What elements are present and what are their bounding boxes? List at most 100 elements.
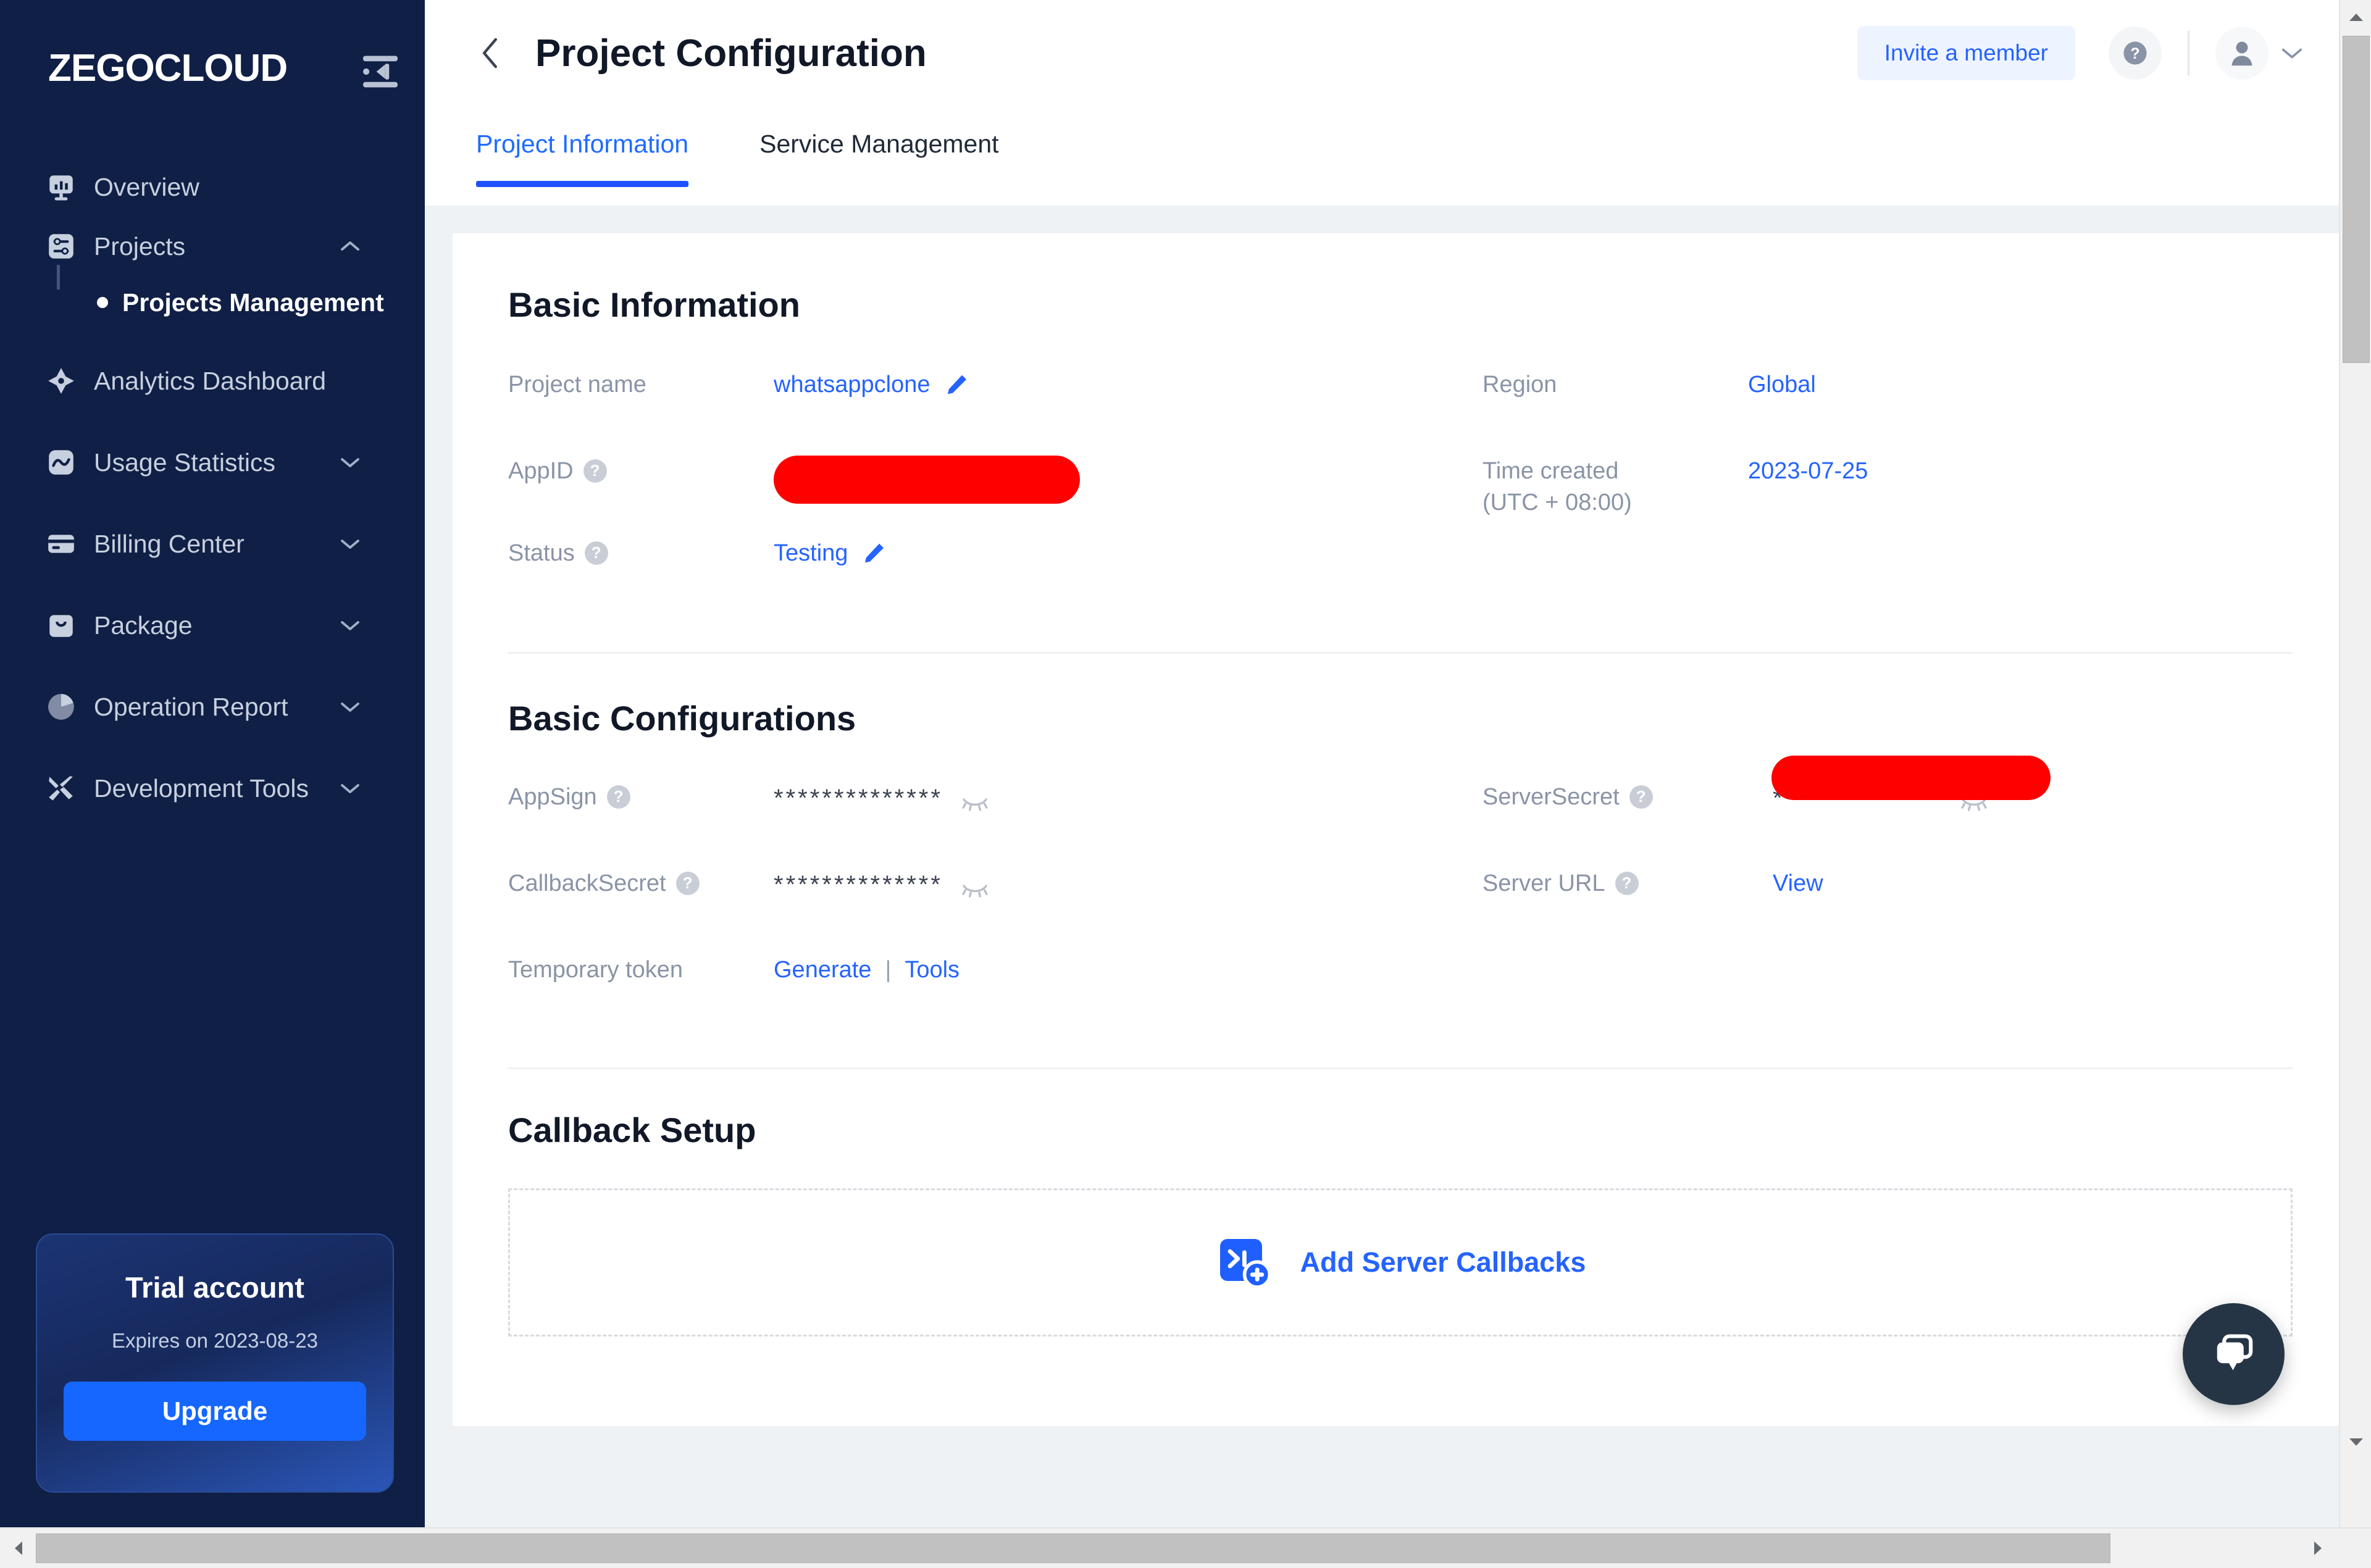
sidebar-item-development-tools[interactable]: Development Tools [0,759,425,818]
top-bar: Project Configuration Invite a member ? [425,0,2339,106]
help-icon[interactable]: ? [583,459,607,483]
horizontal-scrollbar[interactable] [0,1527,2371,1568]
help-icon[interactable]: ? [1629,785,1653,809]
help-icon[interactable]: ? [585,541,608,565]
generate-token-link[interactable]: Generate [774,954,871,986]
time-created-value[interactable]: 2023-07-25 [1748,456,1868,487]
field-serversecret: ServerSecret ? ************** [1482,779,2293,849]
field-label: ServerSecret ? [1482,779,1773,813]
field-label: AppID ? [508,453,774,487]
server-url-view-link[interactable]: View [1773,868,1823,899]
field-label-text: CallbackSecret [508,868,666,899]
vertical-scrollbar[interactable] [2339,0,2371,1527]
field-label-text: Time created (UTC + 08:00) [1482,456,1632,519]
chevron-down-icon[interactable] [340,619,360,632]
edit-pencil-icon[interactable] [944,373,969,398]
field-label-text: AppSign [508,782,597,813]
add-server-callbacks-label: Add Server Callbacks [1300,1246,1586,1278]
field-label: Server URL ? [1482,865,1773,899]
scroll-right-arrow[interactable] [2302,1533,2334,1563]
region-value[interactable]: Global [1748,369,1816,401]
svg-text:?: ? [2130,45,2139,62]
field-label-text: Region [1482,369,1557,401]
scroll-down-arrow[interactable] [2340,1426,2371,1458]
sidebar-item-usage-statistics[interactable]: Usage Statistics [0,433,425,492]
chevron-down-icon[interactable] [340,538,360,550]
question-circle-icon[interactable]: ? [2109,27,2162,80]
sidebar-item-billing-center[interactable]: Billing Center [0,514,425,573]
user-menu[interactable] [2215,27,2303,80]
help-icon[interactable]: ? [1615,872,1639,895]
basic-configurations-grid: AppSign ? ************** [508,779,2293,1022]
basic-information-grid: Project name whatsappclone Region [508,367,2293,605]
sidebar-item-overview[interactable]: Overview [0,157,425,217]
chevron-up-icon[interactable] [340,240,360,252]
chevron-left-icon[interactable] [479,37,503,69]
field-label: AppSign ? [508,779,774,813]
sidebar-item-label: Overview [94,173,199,202]
field-callbacksecret: CallbackSecret ? ************** [508,865,1482,935]
usage-wave-icon [44,446,78,479]
field-region: Region Global [1482,367,2293,436]
invite-member-button[interactable]: Invite a member [1857,26,2075,80]
sidebar-item-analytics-dashboard[interactable]: Analytics Dashboard [0,351,425,411]
field-value: ************** [774,865,989,901]
field-label: CallbackSecret ? [508,865,774,899]
tab-project-information[interactable]: Project Information [476,130,688,187]
sidebar-item-label: Operation Report [94,693,288,722]
help-icon[interactable]: ? [607,785,630,809]
sidebar-subitem-label: Projects Management [122,288,384,317]
field-label-text: Project name [508,369,646,401]
scroll-left-arrow[interactable] [2,1533,35,1563]
horizontal-scrollbar-thumb[interactable] [36,1533,2110,1563]
scroll-up-arrow[interactable] [2340,1,2371,33]
add-server-callbacks-dropzone[interactable]: Add Server Callbacks [508,1188,2293,1337]
field-label: Status ? [508,535,774,569]
basic-information-section: Basic Information Project name whatsappc… [453,233,2339,605]
sidebar: ZEGOCLOUD [0,0,425,1527]
help-icon[interactable]: ? [676,872,700,895]
edit-pencil-icon[interactable] [861,541,886,566]
app-root: ZEGOCLOUD [0,0,2371,1568]
status-value[interactable]: Testing [774,538,848,569]
upgrade-button[interactable]: Upgrade [64,1382,366,1441]
chat-widget-button[interactable] [2183,1303,2285,1405]
chevron-down-icon[interactable] [340,456,360,469]
sidebar-item-operation-report[interactable]: Operation Report [0,677,425,736]
chevron-down-icon[interactable] [2281,46,2303,60]
appid-redaction [774,456,1080,504]
brand-logo[interactable]: ZEGOCLOUD [48,46,287,90]
chat-bubble-icon [2207,1326,2260,1382]
sidebar-item-label: Projects [94,232,185,261]
eye-off-icon[interactable] [961,875,989,894]
field-status: Status ? Testing [508,535,1482,605]
field-appsign: AppSign ? ************** [508,779,1482,849]
chevron-down-icon[interactable] [340,782,360,794]
sidebar-item-projects-management[interactable]: Projects Management [0,276,425,329]
token-tools-link[interactable]: Tools [905,954,960,986]
tab-service-management[interactable]: Service Management [759,130,998,187]
collapse-panel-icon[interactable] [361,54,399,89]
project-name-value[interactable]: whatsappclone [774,369,930,401]
field-value: 2023-07-25 [1748,453,1868,487]
tab-bar: Project Information Service Management [425,106,2339,206]
basic-configurations-section: Basic Configurations AppSign ? *********… [453,654,2339,1022]
projects-list-icon [44,230,78,263]
eye-off-icon[interactable] [961,789,989,807]
sidebar-item-label: Usage Statistics [94,448,275,477]
field-server-url: Server URL ? View [1482,865,2293,935]
sidebar-item-projects[interactable]: Projects [0,217,425,276]
sidebar-item-package[interactable]: Package [0,596,425,655]
package-box-icon [44,609,78,642]
field-label: Region [1482,367,1748,401]
field-value: Testing [774,535,886,569]
content-card: Basic Information Project name whatsappc… [453,233,2339,1426]
page-title: Project Configuration [535,31,927,75]
callbacksecret-masked-value: ************** [774,868,943,901]
chevron-down-icon[interactable] [340,701,360,713]
sidebar-item-label: Billing Center [94,530,245,559]
field-label-text: Server URL [1482,868,1605,899]
trial-account-card: Trial account Expires on 2023-08-23 Upgr… [36,1233,394,1493]
field-spacer [1482,952,2293,1022]
vertical-scrollbar-thumb[interactable] [2343,36,2370,363]
